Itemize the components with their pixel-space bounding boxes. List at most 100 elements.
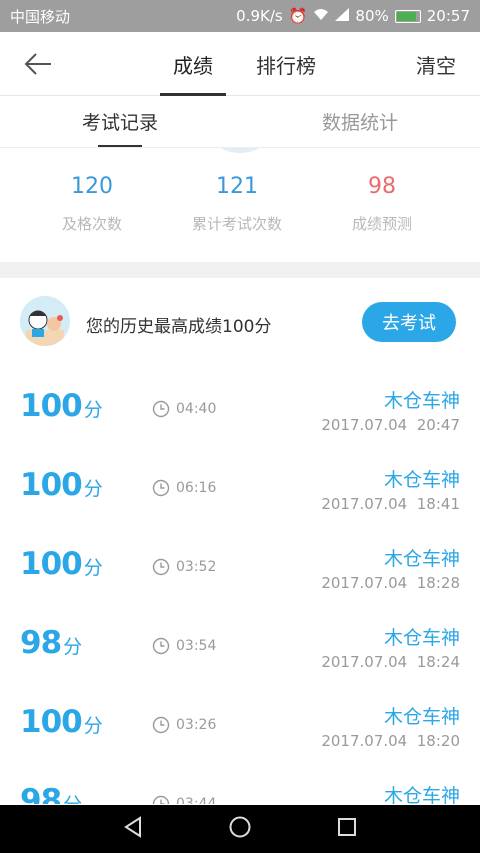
list-item[interactable]: 100 分 04:40 木仓车神 2017.07.04 20:47: [0, 366, 480, 445]
stat-value: 121: [216, 174, 258, 199]
clock-icon: [152, 400, 170, 418]
score-value: 98: [20, 625, 62, 661]
subtab-statistics[interactable]: 数据统计: [240, 96, 480, 147]
signal-icon: [335, 7, 350, 25]
record-score: 98分: [20, 625, 82, 661]
score-value: 100: [20, 467, 83, 503]
record-name: 木仓车神: [383, 548, 460, 570]
back-button[interactable]: [18, 48, 58, 80]
alarm-icon: ⏰: [288, 7, 308, 25]
score-unit: 分: [63, 794, 82, 804]
back-nav-button[interactable]: [122, 816, 144, 842]
list-item[interactable]: 100 分 03:52 木仓车神 2017.07.04 18:28: [0, 524, 480, 603]
duration-value: 03:26: [176, 717, 217, 733]
stat-label: 累计考试次数: [191, 215, 282, 233]
best-score-row: 您的历史最高成绩100分 去考试: [0, 278, 480, 366]
score-unit: 分: [83, 557, 103, 579]
record-date: 2017.07.04 18:24: [321, 653, 460, 671]
network-speed: 0.9K/s: [236, 7, 283, 25]
avatar: [20, 296, 70, 346]
subtab-indicator: [98, 145, 142, 147]
circle-home-icon: [229, 816, 251, 838]
stat-total-exams: 121 累计考试次数: [157, 174, 317, 234]
stat-value: 120: [71, 174, 113, 199]
record-duration: 06:16: [152, 479, 216, 497]
best-score-text: 您的历史最高成绩100分: [86, 317, 272, 337]
score-unit: 分: [83, 715, 103, 737]
triangle-back-icon: [124, 816, 141, 838]
list-item[interactable]: 98分 03:44 木仓车神: [0, 761, 480, 804]
clock-icon: [152, 637, 170, 655]
record-duration: 03:54: [152, 637, 216, 655]
stats-panel: 120 及格次数 121 累计考试次数 98 成绩预测: [0, 148, 480, 262]
list-item[interactable]: 98 分 03:54 木仓车神 2017.07.04 18:24: [0, 603, 480, 682]
battery-level: 80%: [355, 7, 389, 25]
stat-label: 成绩预测: [351, 215, 412, 233]
record-duration: 04:40: [152, 400, 216, 418]
carrier-name: 中国移动: [10, 7, 71, 26]
stat-value: 98: [368, 174, 396, 199]
home-nav-button[interactable]: [228, 815, 252, 843]
stat-pass-count: 120 及格次数: [12, 174, 172, 234]
record-date: 2017.07.04 18:41: [321, 495, 460, 513]
record-score: 100 分: [20, 388, 103, 424]
record-name: 木仓车神: [383, 785, 460, 804]
record-duration: 03:44: [152, 795, 216, 804]
wifi-icon: [313, 7, 329, 25]
record-date: 2017.07.04 20:47: [321, 416, 460, 434]
record-name: 木仓车神: [383, 627, 460, 649]
record-duration: 03:26: [152, 716, 216, 734]
clock-icon: [152, 795, 170, 804]
score-unit: 分: [63, 636, 82, 658]
stat-score-prediction: 98 成绩预测: [302, 174, 462, 234]
record-name: 木仓车神: [383, 706, 460, 728]
record-score: 100 分: [20, 467, 103, 503]
score-value: 100: [20, 388, 83, 424]
stat-label: 及格次数: [61, 215, 122, 233]
battery-icon: [394, 9, 421, 23]
tab-score[interactable]: 成绩: [160, 32, 226, 96]
clock-icon: [152, 479, 170, 497]
duration-value: 04:40: [176, 401, 217, 417]
square-recents-icon: [338, 818, 356, 836]
tab-score-label: 成绩: [173, 53, 213, 78]
duration-value: 06:16: [176, 480, 217, 496]
clear-button[interactable]: 清空: [416, 32, 456, 96]
clock-icon: [152, 716, 170, 734]
record-score: 100 分: [20, 546, 103, 582]
list-item[interactable]: 100 分 03:26 木仓车神 2017.07.04 18:20: [0, 682, 480, 761]
score-value: 100: [20, 704, 83, 740]
subtab-statistics-label: 数据统计: [321, 112, 398, 134]
duration-value: 03:52: [176, 559, 217, 575]
exam-records-list: 100 分 04:40 木仓车神 2017.07.04 20:47 100 分 06…: [0, 366, 480, 804]
recents-nav-button[interactable]: [336, 816, 358, 842]
subtab-exam-records[interactable]: 考试记录: [0, 96, 240, 147]
status-bar: 中国移动 0.9K/s ⏰ 80% 20:57: [0, 0, 480, 32]
tab-ranking[interactable]: 排行榜: [246, 32, 326, 96]
record-duration: 03:52: [152, 558, 216, 576]
record-date: 2017.07.04 18:20: [321, 732, 460, 750]
tab-ranking-label: 排行榜: [256, 53, 316, 78]
sub-tabs: 考试记录 数据统计: [0, 96, 480, 148]
score-unit: 分: [83, 399, 103, 421]
record-score: 98分: [20, 783, 82, 804]
section-divider: [0, 262, 480, 278]
duration-value: 03:54: [176, 638, 217, 654]
list-item[interactable]: 100 分 06:16 木仓车神 2017.07.04 18:41: [0, 445, 480, 524]
score-unit: 分: [83, 478, 103, 500]
record-score: 100 分: [20, 704, 103, 740]
clock-icon: [152, 558, 170, 576]
record-name: 木仓车神: [383, 390, 460, 412]
subtab-exam-records-label: 考试记录: [81, 112, 158, 134]
record-date: 2017.07.04 18:28: [321, 574, 460, 592]
gauge-arc: [190, 148, 290, 153]
clock: 20:57: [426, 7, 470, 25]
system-nav-bar: [0, 805, 480, 853]
duration-value: 03:44: [176, 796, 217, 804]
score-value: 100: [20, 546, 83, 582]
take-exam-button[interactable]: 去考试: [362, 302, 456, 342]
arrow-left-icon: [24, 53, 51, 75]
top-bar: 成绩 排行榜 清空: [0, 32, 480, 96]
record-name: 木仓车神: [383, 469, 460, 491]
status-right: 0.9K/s ⏰ 80% 20:57: [236, 7, 470, 25]
